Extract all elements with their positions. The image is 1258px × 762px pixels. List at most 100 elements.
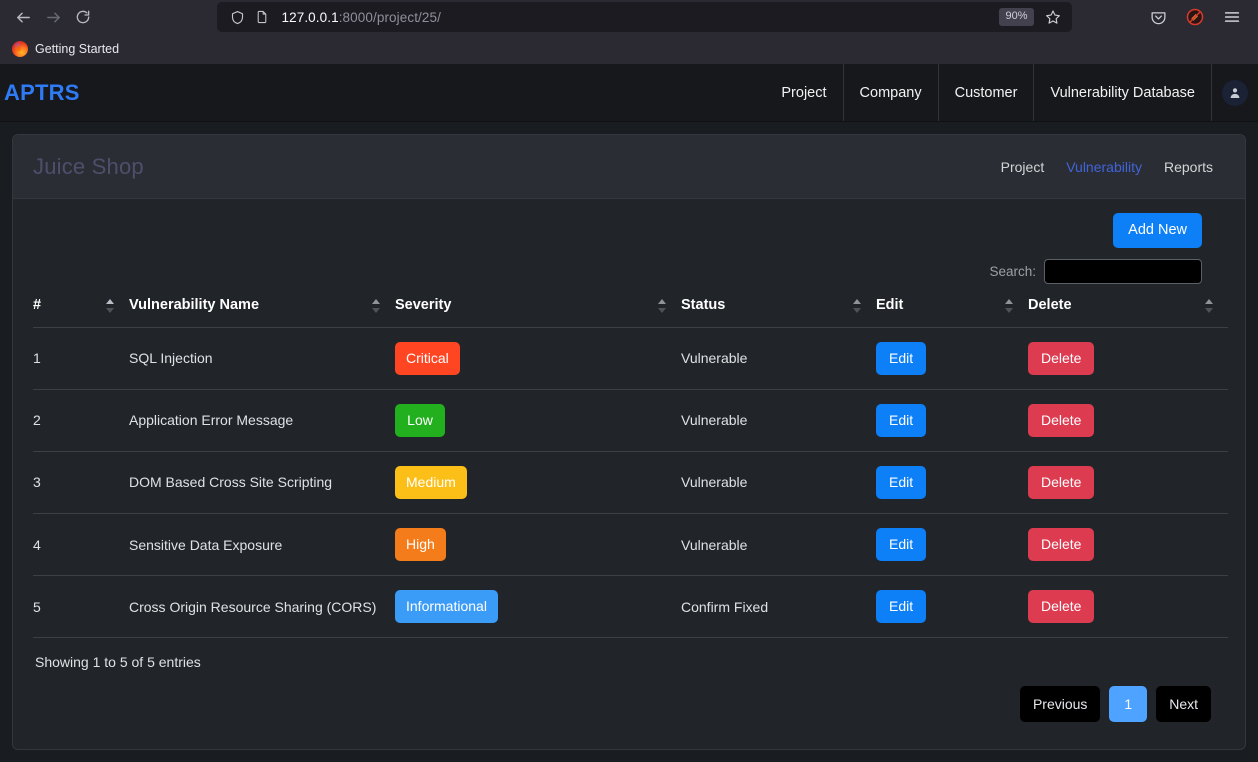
edit-button[interactable]: Edit bbox=[876, 590, 927, 624]
delete-button[interactable]: Delete bbox=[1028, 527, 1095, 562]
delete-button[interactable]: Delete bbox=[1028, 403, 1095, 437]
nav-link-vulnerability-database[interactable]: Vulnerability Database bbox=[1033, 64, 1211, 121]
column-header-edit[interactable]: Edit bbox=[876, 296, 1028, 328]
cell-severity: Low bbox=[395, 389, 681, 452]
search-input[interactable] bbox=[1044, 258, 1202, 284]
search-label: Search: bbox=[989, 263, 1036, 279]
browser-chrome: 127.0.0.1:8000/project/25/ 90% Getting S… bbox=[0, 0, 1258, 64]
firefox-logo-icon bbox=[12, 41, 28, 57]
avatar-cell[interactable] bbox=[1211, 64, 1258, 121]
entries-info: Showing 1 to 5 of 5 entries bbox=[35, 654, 201, 671]
severity-badge: Critical bbox=[395, 341, 460, 375]
delete-button[interactable]: Delete bbox=[1028, 590, 1095, 624]
cell-delete: Delete bbox=[1028, 513, 1228, 577]
extension-blocked-icon[interactable] bbox=[1181, 3, 1209, 31]
cell-edit: Edit bbox=[876, 389, 1028, 452]
cell-vulnerability-name: Cross Origin Resource Sharing (CORS) bbox=[129, 575, 395, 639]
navbar-spacer bbox=[80, 64, 764, 121]
add-new-button[interactable]: Add New bbox=[1113, 213, 1202, 248]
column-header-delete[interactable]: Delete bbox=[1028, 296, 1228, 328]
sort-arrows-icon[interactable] bbox=[106, 298, 115, 314]
nav-link-project[interactable]: Project bbox=[763, 64, 842, 121]
back-button[interactable] bbox=[8, 3, 38, 31]
severity-badge: High bbox=[395, 527, 446, 562]
url-host: 127.0.0.1 bbox=[281, 9, 339, 25]
sort-arrows-icon[interactable] bbox=[372, 298, 381, 314]
table-header-row: # Vulnerability Name Severity Status Edi… bbox=[33, 296, 1228, 328]
cell-vulnerability-name: Application Error Message bbox=[129, 389, 395, 452]
tab-vulnerability[interactable]: Vulnerability bbox=[1066, 159, 1142, 175]
delete-button[interactable]: Delete bbox=[1028, 341, 1095, 375]
cell-row-number: 5 bbox=[33, 575, 129, 639]
cell-status: Vulnerable bbox=[681, 451, 876, 514]
bookmark-getting-started[interactable]: Getting Started bbox=[6, 38, 125, 60]
hamburger-menu-icon[interactable] bbox=[1218, 3, 1246, 31]
cell-edit: Edit bbox=[876, 513, 1028, 577]
vulnerability-card: Juice Shop Project Vulnerability Reports… bbox=[12, 134, 1246, 750]
delete-button[interactable]: Delete bbox=[1028, 465, 1095, 499]
cell-status: Confirm Fixed bbox=[681, 575, 876, 639]
column-header-status[interactable]: Status bbox=[681, 296, 876, 328]
edit-button[interactable]: Edit bbox=[876, 341, 927, 375]
search-row: Search: bbox=[989, 258, 1202, 284]
toolbar-right-icons bbox=[1128, 3, 1250, 31]
nav-link-customer[interactable]: Customer bbox=[937, 64, 1034, 121]
table-head: # Vulnerability Name Severity Status Edi… bbox=[33, 296, 1228, 328]
zoom-level-badge[interactable]: 90% bbox=[999, 8, 1034, 26]
bookmark-star-icon[interactable] bbox=[1040, 4, 1066, 30]
card-header: Juice Shop Project Vulnerability Reports bbox=[13, 135, 1245, 199]
cell-status: Vulnerable bbox=[681, 327, 876, 390]
url-text[interactable]: 127.0.0.1:8000/project/25/ bbox=[275, 10, 998, 25]
cell-status: Vulnerable bbox=[681, 513, 876, 577]
cell-row-number: 4 bbox=[33, 513, 129, 577]
table-row: 2 Application Error Message Low Vulnerable E… bbox=[33, 389, 1228, 452]
brand-logo[interactable]: APTRS bbox=[0, 64, 80, 121]
browser-toolbar: 127.0.0.1:8000/project/25/ 90% bbox=[0, 0, 1258, 34]
cell-vulnerability-name: Sensitive Data Exposure bbox=[129, 513, 395, 577]
bookmark-label: Getting Started bbox=[35, 42, 120, 56]
shield-icon[interactable] bbox=[227, 6, 249, 28]
user-avatar-icon[interactable] bbox=[1222, 79, 1248, 106]
cell-severity: Critical bbox=[395, 327, 681, 390]
nav-link-company[interactable]: Company bbox=[842, 64, 938, 121]
pocket-icon[interactable] bbox=[1144, 3, 1172, 31]
column-header-num[interactable]: # bbox=[33, 296, 129, 328]
edit-button[interactable]: Edit bbox=[876, 527, 927, 562]
cell-vulnerability-name: SQL Injection bbox=[129, 327, 395, 390]
tab-reports[interactable]: Reports bbox=[1164, 159, 1213, 175]
severity-badge: Low bbox=[395, 403, 445, 437]
reload-button[interactable] bbox=[68, 3, 98, 31]
sort-arrows-icon[interactable] bbox=[1205, 298, 1214, 314]
column-header-vulnerability-name-label: Vulnerability Name bbox=[129, 296, 260, 313]
column-header-vulnerability-name[interactable]: Vulnerability Name bbox=[129, 296, 395, 328]
edit-button[interactable]: Edit bbox=[876, 403, 927, 437]
sort-arrows-icon[interactable] bbox=[1005, 298, 1014, 314]
card-body: Add New Search: # Vulnerability Name Sev… bbox=[13, 199, 1245, 723]
cell-delete: Delete bbox=[1028, 575, 1228, 639]
url-path: :8000/project/25/ bbox=[338, 9, 441, 25]
table-row: 4 Sensitive Data Exposure High Vulnerable Ed… bbox=[33, 513, 1228, 577]
arrow-right-icon bbox=[46, 12, 60, 22]
sort-arrows-icon[interactable] bbox=[658, 298, 667, 314]
cell-delete: Delete bbox=[1028, 389, 1228, 452]
pagination-page-1-button[interactable]: 1 bbox=[1109, 686, 1148, 723]
address-bar[interactable]: 127.0.0.1:8000/project/25/ 90% bbox=[216, 2, 1072, 32]
column-header-severity[interactable]: Severity bbox=[395, 296, 681, 328]
page-document-icon[interactable] bbox=[251, 6, 273, 28]
column-header-severity-label: Severity bbox=[395, 296, 452, 313]
tab-project[interactable]: Project bbox=[1001, 159, 1045, 175]
bookmarks-bar: Getting Started bbox=[0, 34, 1258, 64]
urlbar-container: 127.0.0.1:8000/project/25/ 90% bbox=[98, 2, 1128, 32]
cell-severity: High bbox=[395, 513, 681, 577]
edit-button[interactable]: Edit bbox=[876, 465, 927, 499]
cell-delete: Delete bbox=[1028, 451, 1228, 514]
table-row: 3 DOM Based Cross Site Scripting Medium Vul… bbox=[33, 451, 1228, 514]
pagination-previous-button[interactable]: Previous bbox=[1019, 686, 1101, 723]
pagination: Previous 1 Next bbox=[1019, 686, 1225, 723]
severity-badge: Informational bbox=[395, 590, 498, 624]
sort-arrows-icon[interactable] bbox=[853, 298, 862, 314]
pagination-next-button[interactable]: Next bbox=[1156, 686, 1211, 723]
navbar-links: Project Company Customer Vulnerability D… bbox=[763, 64, 1211, 121]
forward-button[interactable] bbox=[38, 3, 68, 31]
cell-edit: Edit bbox=[876, 451, 1028, 514]
